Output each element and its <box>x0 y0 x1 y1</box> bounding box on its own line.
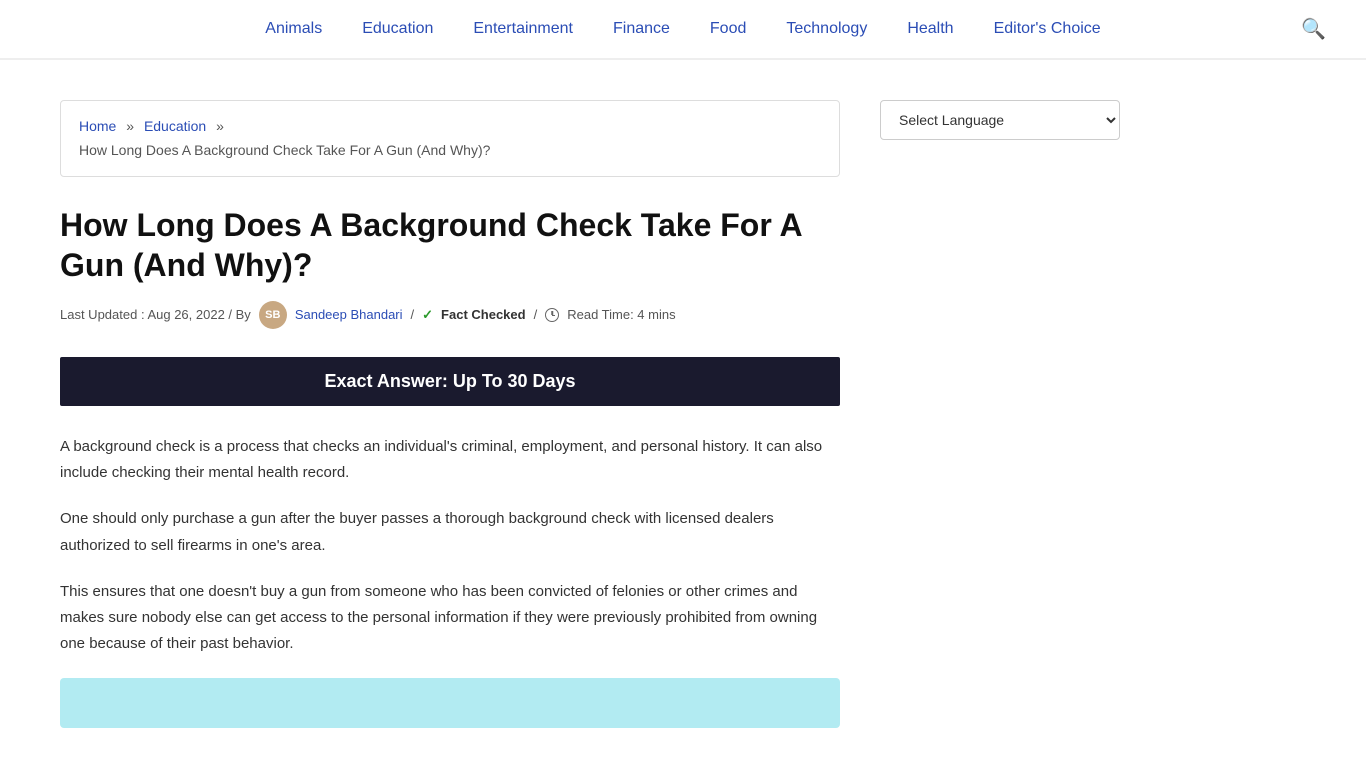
page-wrapper: Home » Education » How Long Does A Backg… <box>0 60 1366 768</box>
main-nav: Animals Education Entertainment Finance … <box>245 0 1120 58</box>
author-link[interactable]: Sandeep Bhandari <box>295 307 403 322</box>
main-content: Home » Education » How Long Does A Backg… <box>60 100 840 728</box>
article-meta: Last Updated : Aug 26, 2022 / By SB Sand… <box>60 301 840 329</box>
breadcrumb-separator-1: » <box>126 118 134 134</box>
sidebar: Select Language English Spanish French G… <box>880 100 1120 140</box>
read-time: Read Time: 4 mins <box>567 307 675 322</box>
fact-check-icon: ✓ <box>422 307 433 323</box>
nav-link-education[interactable]: Education <box>342 0 453 58</box>
teal-content-banner <box>60 678 840 728</box>
nav-item-technology[interactable]: Technology <box>766 0 887 58</box>
article-paragraph-3: This ensures that one doesn't buy a gun … <box>60 579 840 658</box>
nav-item-food[interactable]: Food <box>690 0 766 58</box>
nav-link-animals[interactable]: Animals <box>245 0 342 58</box>
nav-item-education[interactable]: Education <box>342 0 453 58</box>
nav-item-animals[interactable]: Animals <box>245 0 342 58</box>
nav-item-finance[interactable]: Finance <box>593 0 690 58</box>
author-avatar: SB <box>259 301 287 329</box>
clock-icon <box>545 308 559 322</box>
nav-item-health[interactable]: Health <box>887 0 973 58</box>
site-header: Animals Education Entertainment Finance … <box>0 0 1366 60</box>
nav-link-finance[interactable]: Finance <box>593 0 690 58</box>
meta-last-updated: Last Updated : Aug 26, 2022 / By <box>60 307 251 322</box>
meta-separator-2: / <box>534 307 538 322</box>
exact-answer-banner: Exact Answer: Up To 30 Days <box>60 357 840 406</box>
nav-links: Animals Education Entertainment Finance … <box>245 0 1120 58</box>
nav-link-food[interactable]: Food <box>690 0 766 58</box>
search-icon[interactable]: 🔍 <box>1301 17 1326 42</box>
nav-item-entertainment[interactable]: Entertainment <box>453 0 593 58</box>
breadcrumb: Home » Education » How Long Does A Backg… <box>60 100 840 177</box>
article-body: A background check is a process that che… <box>60 434 840 658</box>
article-paragraph-2: One should only purchase a gun after the… <box>60 506 840 559</box>
breadcrumb-separator-2: » <box>216 118 224 134</box>
nav-item-editors-choice[interactable]: Editor's Choice <box>974 0 1121 58</box>
article-title: How Long Does A Background Check Take Fo… <box>60 205 840 285</box>
meta-separator-1: / <box>411 307 415 322</box>
nav-link-entertainment[interactable]: Entertainment <box>453 0 593 58</box>
nav-link-technology[interactable]: Technology <box>766 0 887 58</box>
nav-link-health[interactable]: Health <box>887 0 973 58</box>
article-paragraph-1: A background check is a process that che… <box>60 434 840 487</box>
breadcrumb-home-link[interactable]: Home <box>79 118 116 134</box>
language-select[interactable]: Select Language English Spanish French G… <box>880 100 1120 140</box>
breadcrumb-current: How Long Does A Background Check Take Fo… <box>79 139 821 161</box>
nav-link-editors-choice[interactable]: Editor's Choice <box>974 0 1121 58</box>
breadcrumb-education-link[interactable]: Education <box>144 118 206 134</box>
fact-checked-label: Fact Checked <box>441 307 526 322</box>
